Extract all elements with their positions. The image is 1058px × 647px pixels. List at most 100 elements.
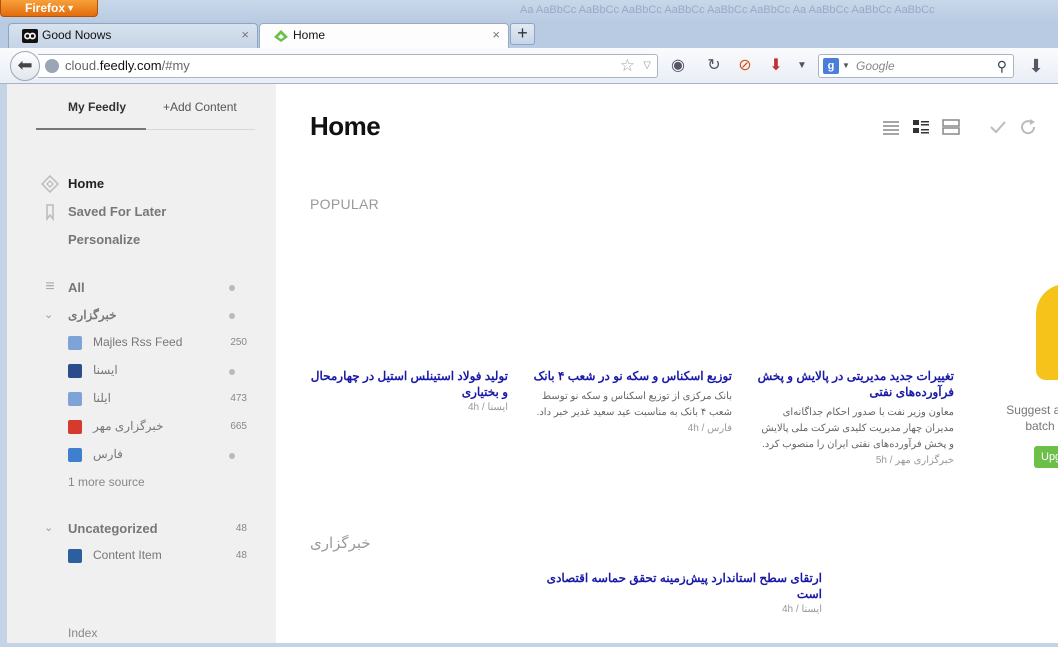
firefox-menu-button[interactable]: Firefox ▼ <box>0 0 98 17</box>
unread-count: 48 <box>235 550 247 561</box>
refresh-icon[interactable] <box>1019 118 1039 136</box>
google-icon: g <box>823 58 839 74</box>
feed-isna[interactable]: ایسنا <box>93 363 118 377</box>
article-title[interactable]: ارتقای سطح استاندارد پیش‌زمینه تحقق حماس… <box>532 570 822 602</box>
search-icon[interactable]: ⚲ <box>997 55 1007 77</box>
tab-add-content[interactable]: +Add Content <box>163 100 237 114</box>
url-subdomain: cloud. <box>65 58 100 73</box>
unread-count: 665 <box>230 421 247 432</box>
sidebar-item-all[interactable]: All <box>68 280 85 295</box>
chevron-down-icon[interactable]: ▼ <box>792 56 812 76</box>
close-tab-icon[interactable]: × <box>492 24 500 46</box>
rss-icon[interactable]: ◉ <box>668 56 688 76</box>
tab-my-feedly[interactable]: My Feedly <box>68 100 126 114</box>
title-bar: Aa AaBbCc AaBbCc AaBbCc AaBbCc AaBbCc Aa… <box>0 0 1058 22</box>
url-history-dropdown-icon[interactable]: ▽ <box>643 55 651 77</box>
url-path: /#my <box>161 58 190 73</box>
article-card[interactable]: تغییرات جدید مدیریتی در پالایش و پخش فرآ… <box>754 368 954 466</box>
feed-mehr[interactable]: خبرگزاری مهر <box>93 419 163 433</box>
feed-ilna[interactable]: ایلنا <box>93 391 111 405</box>
article-meta: خبرگزاری مهر / 5h <box>875 455 954 466</box>
more-sources-link[interactable]: 1 more source <box>68 475 145 489</box>
sidebar-item-personalize[interactable]: Personalize <box>68 232 140 247</box>
isna-logo-icon <box>68 364 82 378</box>
feed-majles[interactable]: Majles Rss Feed <box>93 335 182 349</box>
rss-feed-icon <box>68 392 82 406</box>
site-identity-icon <box>45 59 59 73</box>
chevron-down-icon[interactable]: ⌄ <box>44 308 53 321</box>
infinity-icon <box>22 29 38 43</box>
page-title: Home <box>310 111 381 141</box>
bookmark-icon <box>46 204 54 221</box>
background-window-toolbar: Aa AaBbCc AaBbCc AaBbCc AaBbCc AaBbCc Aa… <box>520 4 935 16</box>
tab-title: Home <box>293 28 326 42</box>
list-icon: ≡ <box>45 278 55 295</box>
section-news-agencies[interactable]: خبرگزاری <box>310 534 371 552</box>
adblock-icon[interactable]: ⊘ <box>735 56 755 76</box>
sidebar-tabs: My Feedly +Add Content <box>36 98 255 130</box>
back-button[interactable]: ⬅ <box>10 51 40 81</box>
arrow-left-icon: ⬅ <box>17 55 33 75</box>
download-blocked-icon[interactable]: ⬇ <box>766 56 786 76</box>
main-content: Home POPULAR تولید فولاد استینلس استیل د… <box>276 84 1058 647</box>
upgrade-button[interactable]: Upg <box>1034 446 1058 468</box>
article-card[interactable]: ارتقای سطح استاندارد پیش‌زمینه تحقق حماس… <box>532 570 822 615</box>
unread-count: 48 <box>235 523 247 534</box>
unread-dot <box>229 285 235 291</box>
index-link[interactable]: Index <box>68 626 97 640</box>
tab-strip: Good Noows × Home × + <box>0 22 1058 49</box>
article-card[interactable]: توزیع اسکناس و سکه نو در شعب ۴ بانک بانک… <box>532 368 732 434</box>
feedly-icon <box>274 30 288 42</box>
article-meta: ایسنا / 4h <box>781 604 822 615</box>
mehr-logo-icon <box>68 420 82 434</box>
feed-content-item[interactable]: Content Item <box>93 548 162 562</box>
unread-count: 473 <box>230 393 247 404</box>
tab-good-noows[interactable]: Good Noows × <box>8 23 258 48</box>
article-title[interactable]: تولید فولاد استینلس استیل در چهارمحال و … <box>308 368 508 400</box>
section-popular: POPULAR <box>310 196 380 212</box>
unread-dot <box>229 313 235 319</box>
article-meta: فارس / 4h <box>687 423 732 434</box>
new-tab-button[interactable]: + <box>510 23 535 45</box>
title-view-icon[interactable] <box>881 118 901 136</box>
sidebar-group-news-agencies[interactable]: خبرگزاری <box>68 308 117 322</box>
upsell-text: Suggest and batch <box>1006 403 1058 433</box>
content-item-icon <box>68 549 82 563</box>
article-summary: معاون وزیر نفت با صدور احکام جداگانه‌ای … <box>761 407 954 450</box>
mark-read-icon[interactable] <box>988 118 1008 136</box>
chevron-down-icon[interactable]: ⌄ <box>44 521 53 534</box>
window-bottom-edge <box>0 643 1058 647</box>
tab-home[interactable]: Home × <box>259 23 509 49</box>
home-icon <box>41 175 59 193</box>
article-summary: بانک مرکزی از توزیع اسکناس و سکه نو توسط… <box>536 391 732 418</box>
close-tab-icon[interactable]: × <box>241 24 249 46</box>
article-title[interactable]: تغییرات جدید مدیریتی در پالایش و پخش فرآ… <box>754 368 954 400</box>
mascot-illustration <box>1036 284 1058 380</box>
unread-count: 250 <box>230 337 247 348</box>
chevron-down-icon: ▼ <box>66 3 75 13</box>
bookmark-star-icon[interactable]: ☆ <box>620 55 635 77</box>
active-tab-underline <box>36 128 146 130</box>
search-engine-dropdown-icon[interactable]: ▼ <box>842 55 850 77</box>
search-placeholder: Google <box>856 59 895 73</box>
navigation-toolbar: cloud.feedly.com/#my ☆ ▽ ⬅ ◉ ↻ ⊘ ⬇ ▼ g ▼… <box>0 48 1058 84</box>
article-title[interactable]: توزیع اسکناس و سکه نو در شعب ۴ بانک <box>532 368 732 384</box>
reload-icon[interactable]: ↻ <box>704 56 724 76</box>
sidebar: My Feedly +Add Content Home Saved For La… <box>0 84 276 647</box>
sidebar-item-saved-for-later[interactable]: Saved For Later <box>68 204 166 219</box>
fars-logo-icon <box>68 448 82 462</box>
url-bar[interactable]: cloud.feedly.com/#my ☆ ▽ <box>38 54 658 78</box>
magazine-view-icon[interactable] <box>911 118 931 136</box>
article-card[interactable]: تولید فولاد استینلس استیل در چهارمحال و … <box>308 368 508 413</box>
firefox-menu-label: Firefox <box>25 1 66 15</box>
rss-feed-icon <box>68 336 82 350</box>
unread-dot <box>229 369 235 375</box>
unread-dot <box>229 453 235 459</box>
tab-title: Good Noows <box>42 28 112 42</box>
search-input[interactable]: g ▼ Google ⚲ <box>818 54 1014 78</box>
sidebar-item-home[interactable]: Home <box>68 176 104 191</box>
feed-fars[interactable]: فارس <box>93 447 123 461</box>
cards-view-icon[interactable] <box>941 118 961 136</box>
downloads-icon[interactable]: ⬇ <box>1026 56 1046 76</box>
sidebar-group-uncategorized[interactable]: Uncategorized <box>68 521 158 536</box>
